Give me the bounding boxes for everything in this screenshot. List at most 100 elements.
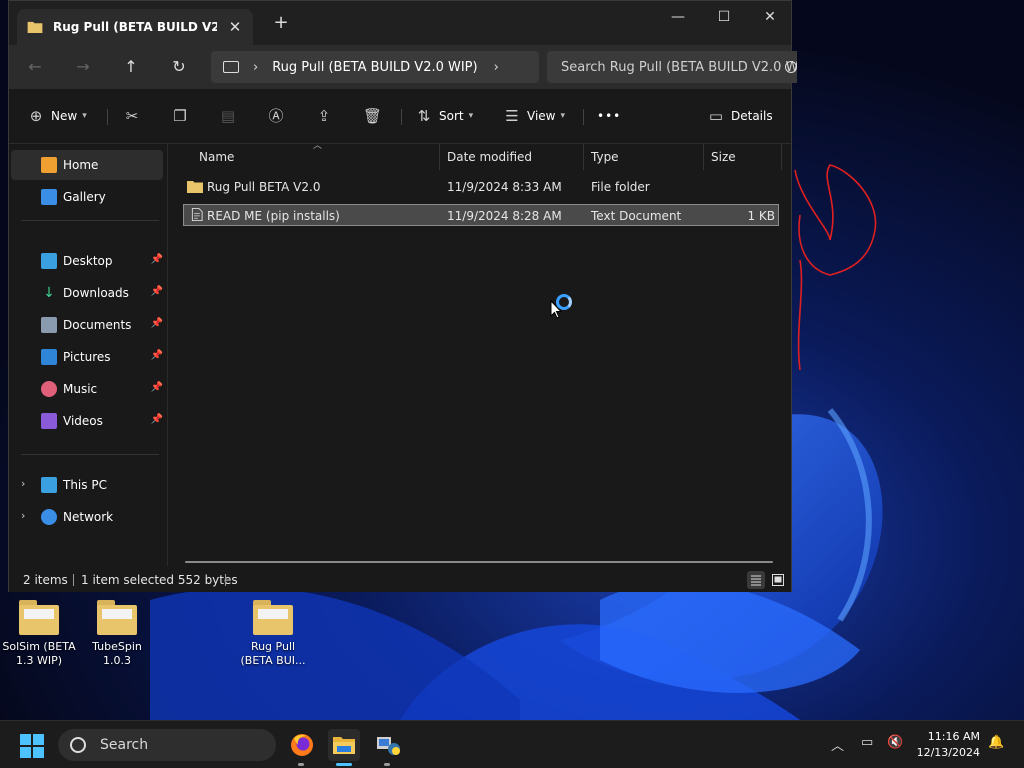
firefox-taskbar-button[interactable] <box>286 729 318 761</box>
sidebar-item-desktop[interactable]: Desktop 📌 <box>11 246 163 276</box>
sort-button[interactable]: ⇅ Sort ▾ <box>415 105 473 127</box>
desktop-icon <box>41 253 57 269</box>
file-date: 11/9/2024 8:28 AM <box>447 209 562 223</box>
rename-button[interactable]: Ⓐ <box>267 105 285 127</box>
share-button[interactable]: ⇪ <box>315 105 333 127</box>
close-window-button[interactable]: ✕ <box>747 5 793 29</box>
sidebar-item-label: Network <box>63 510 114 524</box>
horizontal-scrollbar[interactable] <box>185 561 773 563</box>
sidebar-item-gallery[interactable]: Gallery <box>11 182 163 212</box>
volume-muted-icon[interactable]: 🔇 <box>887 735 903 750</box>
up-arrow-icon[interactable]: ↑ <box>119 55 143 79</box>
file-explorer-icon <box>333 737 355 754</box>
more-icon: ••• <box>597 109 622 123</box>
sidebar-item-downloads[interactable]: ↓ Downloads 📌 <box>11 278 163 308</box>
back-arrow-icon[interactable]: ← <box>23 55 47 79</box>
pictures-icon <box>41 349 57 365</box>
trash-icon: 🗑 <box>363 107 383 125</box>
taskbar: Search ︿ ▭ 🔇 11:16 AM 12/13/2024 🔔 <box>0 720 1024 768</box>
search-input[interactable]: Search Rug Pull (BETA BUILD V2.0 WIP) <box>547 51 797 83</box>
file-explorer-taskbar-button[interactable] <box>328 729 360 761</box>
sidebar-item-music[interactable]: Music 📌 <box>11 374 163 404</box>
chevron-right-icon[interactable]: › <box>494 60 499 75</box>
sidebar-item-label: This PC <box>63 478 107 492</box>
refresh-icon[interactable]: ↻ <box>167 55 191 79</box>
network-tray-icon[interactable]: ▭ <box>861 735 873 750</box>
desktop-icon-rug-pull[interactable]: Rug Pull (BETA BUI... <box>235 600 311 668</box>
downloads-icon: ↓ <box>43 285 55 301</box>
chevron-down-icon: ▾ <box>468 111 474 121</box>
sidebar-item-label: Pictures <box>63 350 111 364</box>
home-icon <box>41 157 57 173</box>
taskbar-search-label: Search <box>100 737 149 753</box>
show-hidden-icons-chevron-icon[interactable]: ︿ <box>831 735 844 754</box>
start-button[interactable] <box>20 734 44 758</box>
details-view-button[interactable] <box>747 571 765 589</box>
pin-icon[interactable]: 📌 <box>151 350 163 361</box>
desktop-icon-solsim[interactable]: SolSim (BETA 1.3 WIP) <box>1 600 77 668</box>
paste-button[interactable]: ▤ <box>219 105 237 127</box>
copy-button[interactable]: ❐ <box>171 105 189 127</box>
pin-icon[interactable]: 📌 <box>151 382 163 393</box>
details-pane-icon: ▭ <box>708 107 724 125</box>
table-row[interactable]: Rug Pull BETA V2.0 11/9/2024 8:33 AM Fil… <box>183 176 779 198</box>
forward-arrow-icon[interactable]: → <box>71 55 95 79</box>
delete-button[interactable]: 🗑 <box>363 105 383 127</box>
folder-icon <box>187 181 203 193</box>
new-button[interactable]: ⊕ New ▾ <box>27 105 87 127</box>
selection-info: 1 item selected 552 bytes <box>81 573 238 587</box>
minimize-button[interactable]: — <box>655 5 701 29</box>
status-bar: 2 items 1 item selected 552 bytes <box>9 566 791 592</box>
taskbar-search[interactable]: Search <box>58 729 276 761</box>
chevron-down-icon: ▾ <box>560 111 566 121</box>
clock-time: 11:16 AM <box>927 730 980 743</box>
pin-icon[interactable]: 📌 <box>151 414 163 425</box>
desktop-icon-label: 1.0.3 <box>103 654 131 667</box>
command-bar: ⊕ New ▾ ✂ ❐ ▤ Ⓐ ⇪ 🗑 ⇅ Sort ▾ ☰ View ▾ ••… <box>9 89 791 144</box>
notification-bell-icon[interactable]: 🔔 <box>988 735 1004 750</box>
sidebar-item-label: Downloads <box>63 286 129 300</box>
sidebar-item-this-pc[interactable]: › This PC <box>11 470 163 500</box>
folder-icon <box>27 21 43 33</box>
chevron-right-icon[interactable]: › <box>253 60 258 75</box>
pin-icon[interactable]: 📌 <box>151 318 163 329</box>
cut-button[interactable]: ✂ <box>123 105 141 127</box>
more-options-button[interactable]: ••• <box>597 105 621 127</box>
sidebar-item-home[interactable]: Home <box>11 150 163 180</box>
address-bar[interactable]: › Rug Pull (BETA BUILD V2.0 WIP) › <box>211 51 539 83</box>
chevron-down-icon: ▾ <box>82 111 87 121</box>
videos-icon <box>41 413 57 429</box>
sidebar-item-pictures[interactable]: Pictures 📌 <box>11 342 163 372</box>
maximize-button[interactable]: ☐ <box>701 5 747 29</box>
sort-icon: ⇅ <box>417 107 431 125</box>
close-tab-icon[interactable]: ✕ <box>225 17 245 37</box>
column-header-date[interactable]: Date modified <box>447 144 532 170</box>
chevron-right-icon[interactable]: › <box>21 477 25 490</box>
sidebar-item-documents[interactable]: Documents 📌 <box>11 310 163 340</box>
mouse-cursor-icon <box>550 300 562 319</box>
table-row[interactable]: READ ME (pip installs) 11/9/2024 8:28 AM… <box>183 204 779 226</box>
sidebar-item-network[interactable]: › Network <box>11 502 163 532</box>
breadcrumb[interactable]: Rug Pull (BETA BUILD V2.0 WIP) <box>272 60 477 75</box>
details-pane-button[interactable]: ▭ Details <box>707 105 773 127</box>
desktop-icon-tubespin[interactable]: TubeSpin 1.0.3 <box>79 600 155 668</box>
sidebar-item-label: Documents <box>63 318 132 332</box>
pin-icon[interactable]: 📌 <box>151 286 163 297</box>
tab-rug-pull[interactable]: Rug Pull (BETA BUILD V2.0 WIP) ✕ <box>17 9 253 45</box>
clock[interactable]: 11:16 AM 12/13/2024 <box>914 729 980 761</box>
new-tab-button[interactable]: + <box>271 13 291 33</box>
column-header-size[interactable]: Size <box>711 144 736 170</box>
pin-icon[interactable]: 📌 <box>151 254 163 265</box>
desktop-icon-label: TubeSpin <box>92 640 142 653</box>
sidebar-item-label: Gallery <box>63 190 106 204</box>
sidebar-item-videos[interactable]: Videos 📌 <box>11 406 163 436</box>
sidebar-item-label: Videos <box>63 414 103 428</box>
sort-label: Sort <box>439 109 464 123</box>
sidebar-item-label: Music <box>63 382 98 396</box>
column-header-type[interactable]: Type <box>591 144 619 170</box>
python-app-taskbar-button[interactable] <box>372 729 404 761</box>
view-button[interactable]: ☰ View ▾ <box>503 105 565 127</box>
tiles-view-button[interactable] <box>769 571 787 589</box>
column-header-name[interactable]: Name <box>199 144 234 170</box>
chevron-right-icon[interactable]: › <box>21 509 25 522</box>
